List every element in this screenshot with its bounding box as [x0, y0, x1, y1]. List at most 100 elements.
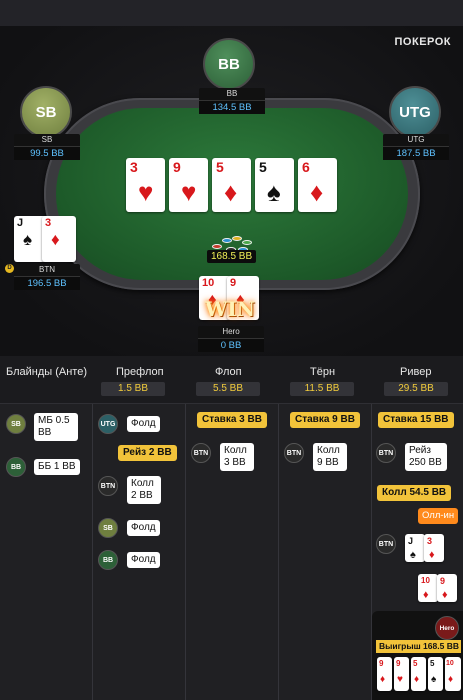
seat-bb-avatar[interactable]: BB — [203, 38, 255, 90]
col-pot-river: 29.5 BB — [384, 382, 448, 396]
board-card-2-rank: 9 — [173, 159, 181, 175]
action-sb-fold: Фолд — [127, 520, 160, 536]
seat-utg-label: UTG — [399, 103, 431, 121]
seat-hero-plate: Hero 0 BB — [198, 326, 264, 352]
action-bb-fold: Фолд — [127, 552, 160, 568]
seat-utg-name: UTG — [383, 134, 449, 146]
avatar-bb: BB — [6, 457, 26, 477]
best-hand-card-2: 9 ♥ — [394, 657, 409, 691]
avatar-btn: BTN — [376, 443, 396, 463]
seat-btn-stack: 196.5 BB — [14, 276, 80, 290]
diamond-icon: ♦ — [442, 589, 448, 601]
poker-replay-screen: ПОКЕРОК BB BB 134.5 BB SB SB 99.5 BB UTG… — [0, 0, 463, 700]
seat-bb-plate: BB 134.5 BB — [199, 88, 265, 114]
action-sb-blind: МБ 0.5 BB — [34, 413, 78, 441]
col-pot-preflop: 1.5 BB — [101, 382, 165, 396]
col-title-river: Ривер — [400, 366, 432, 378]
seat-utg-avatar[interactable]: UTG — [389, 86, 441, 138]
win-badge: WIN — [199, 273, 261, 328]
seat-btn-name: BTN — [14, 264, 80, 276]
board-card-4-rank: 5 — [259, 159, 267, 175]
heart-icon: ♥ — [397, 674, 403, 685]
brand-logo: ПОКЕРОК — [394, 36, 451, 48]
action-hero-call-river: Колл 54.5 BB — [377, 485, 452, 501]
board-card-1: 3 ♥ — [126, 158, 165, 212]
best-hand-card-3-rank: 5 — [413, 659, 418, 668]
column-divider — [92, 404, 93, 700]
seat-bb-label: BB — [218, 55, 240, 73]
allin-tag: Олл-ин — [418, 508, 459, 524]
avatar-btn: BTN — [284, 443, 304, 463]
showdown-btn-card-2: 3 ♦ — [424, 534, 444, 562]
col-title-preflop: Префлоп — [116, 366, 164, 378]
col-title-turn: Тёрн — [310, 366, 336, 378]
avatar-sb: SB — [6, 414, 26, 434]
action-utg-fold: Фолд — [127, 416, 160, 432]
pot-amount: 168.5 BB — [207, 250, 257, 263]
board-card-5-rank: 6 — [302, 159, 310, 175]
btn-card-2-rank: 3 — [45, 217, 52, 229]
spade-icon: ♠ — [410, 549, 416, 561]
action-hero-bet-flop: Ставка 3 BB — [197, 412, 267, 428]
showdown-btn-card-1: J ♠ — [405, 534, 425, 562]
column-divider — [278, 404, 279, 700]
top-bar — [0, 0, 463, 26]
seat-utg-stack: 187.5 BB — [383, 146, 449, 160]
btn-card-1-rank: J — [17, 217, 24, 229]
diamond-icon: ♦ — [310, 177, 324, 207]
spade-icon: ♠ — [431, 674, 437, 685]
col-title-flop: Флоп — [215, 366, 242, 378]
seat-btn-plate: BTN 196.5 BB — [14, 264, 80, 290]
history-header: Блайнды (Анте) Префлоп Флоп Тёрн Ривер 1… — [0, 356, 463, 404]
diamond-icon: ♦ — [414, 674, 420, 685]
avatar-btn: BTN — [191, 443, 211, 463]
btn-card-2: 3 ♦ — [42, 216, 76, 262]
heart-icon: ♥ — [181, 177, 197, 207]
avatar-utg: UTG — [98, 414, 118, 434]
spade-icon: ♠ — [267, 177, 281, 207]
seat-sb-label: SB — [35, 103, 57, 121]
avatar-hero: Hero — [435, 616, 459, 640]
poker-table-area: ПОКЕРОК BB BB 134.5 BB SB SB 99.5 BB UTG… — [0, 26, 463, 356]
showdown-hero-card-2: 9 ♦ — [437, 574, 457, 602]
col-pot-turn: 11.5 BB — [290, 382, 354, 396]
action-btn-call-flop: Колл 3 BB — [220, 443, 254, 471]
col-pot-flop: 5.5 BB — [196, 382, 260, 396]
column-divider — [185, 404, 186, 700]
action-btn-call-turn: Колл 9 BB — [313, 443, 347, 471]
avatar-bb: BB — [98, 550, 118, 570]
best-hand-card-5: 10 ♦ — [445, 657, 461, 691]
best-hand-card-5-rank: 10 — [446, 660, 454, 667]
avatar-btn: BTN — [376, 534, 396, 554]
avatar-btn: BTN — [98, 476, 118, 496]
board-card-5: 6 ♦ — [298, 158, 337, 212]
board-card-2: 9 ♥ — [169, 158, 208, 212]
board-card-3: 5 ♦ — [212, 158, 251, 212]
seat-sb-plate: SB 99.5 BB — [14, 134, 80, 160]
seat-sb-avatar[interactable]: SB — [20, 86, 72, 138]
diamond-icon: ♦ — [380, 674, 386, 685]
board-card-4: 5 ♠ — [255, 158, 294, 212]
best-hand-card-2-rank: 9 — [396, 659, 401, 668]
seat-sb-stack: 99.5 BB — [14, 146, 80, 160]
diamond-icon: ♦ — [423, 589, 429, 601]
best-hand-card-1: 9 ♦ — [377, 657, 392, 691]
heart-icon: ♥ — [138, 177, 154, 207]
win-text: WIN — [204, 297, 256, 321]
win-amount: Выигрыш 168.5 BB — [376, 640, 461, 653]
diamond-icon: ♦ — [224, 177, 238, 207]
seat-sb-name: SB — [14, 134, 80, 146]
seat-bb-stack: 134.5 BB — [199, 100, 265, 114]
action-btn-raise-river: Рейз 250 BB — [405, 443, 447, 471]
action-hero-raise: Рейз 2 BB — [118, 445, 177, 461]
seat-hero-stack: 0 BB — [198, 338, 264, 352]
board-card-1-rank: 3 — [130, 159, 138, 175]
diamond-icon: ♦ — [429, 549, 435, 561]
action-hero-bet-turn: Ставка 9 BB — [290, 412, 360, 428]
avatar-sb: SB — [98, 518, 118, 538]
action-bb-blind: ББ 1 BB — [34, 459, 80, 475]
spade-icon: ♠ — [23, 230, 33, 249]
seat-bb-name: BB — [199, 88, 265, 100]
col-title-blinds: Блайнды (Анте) — [6, 366, 88, 378]
showdown-hero-card-1: 10 ♦ — [418, 574, 438, 602]
